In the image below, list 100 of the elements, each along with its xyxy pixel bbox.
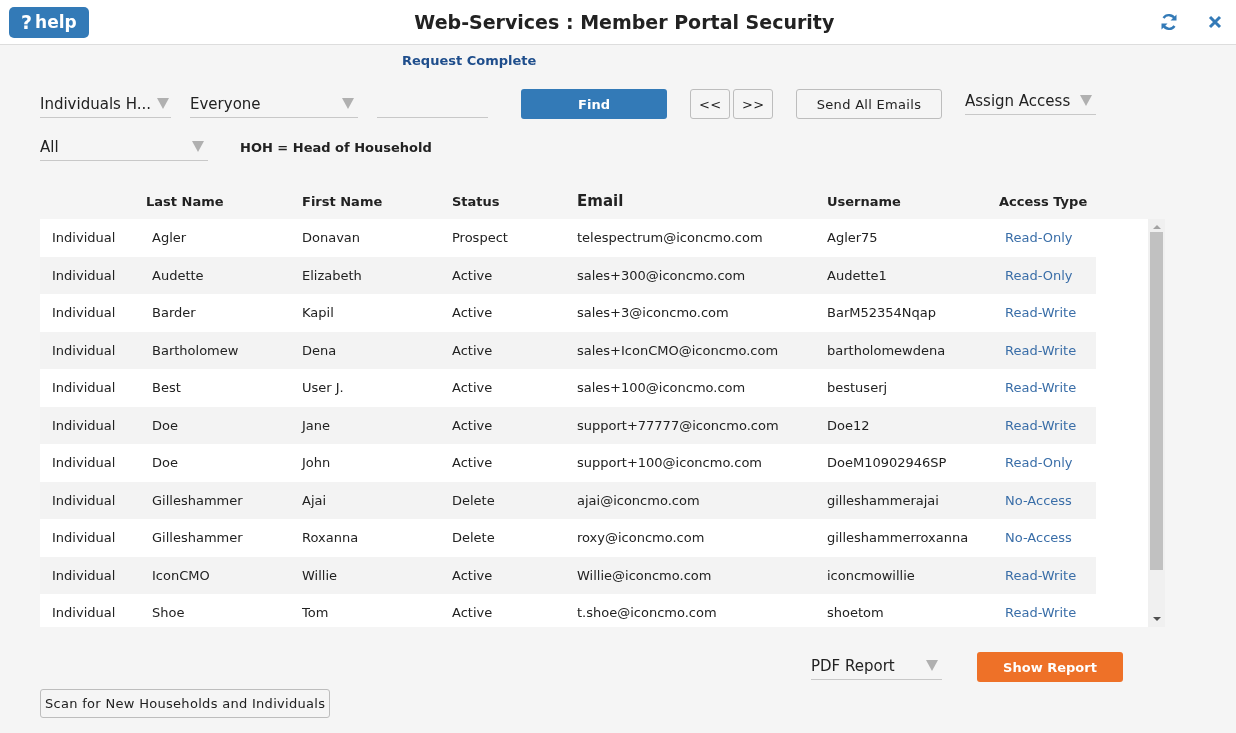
table-cell-text: John [302, 455, 332, 471]
table-cell-text: Roxanna [302, 530, 360, 546]
table-cell-text: Bartholomew [152, 342, 240, 358]
show-report-button[interactable]: Show Report [977, 652, 1123, 682]
table-cell-text: shoetom [827, 605, 885, 621]
status-message: Request Complete [402, 53, 538, 69]
access-type-link[interactable]: Read-Write [1005, 305, 1096, 321]
access-type-link[interactable]: No-Access [1005, 530, 1096, 546]
column-header: Email [577, 192, 625, 210]
access-type-link[interactable]: Read-Only [1005, 230, 1096, 246]
previous-button[interactable]: << [690, 89, 730, 119]
caret-icon [192, 141, 204, 152]
table-cell-text: Doe12 [827, 417, 871, 433]
table-cell-text: Prospect [452, 230, 509, 246]
table-cell-text: gilleshammerajai [827, 492, 940, 508]
table-cell-text: Shoe [152, 605, 186, 621]
access-type-link[interactable]: Read-Only [1005, 267, 1096, 283]
table-cell-text: Elizabeth [302, 267, 363, 283]
table-cell-text: Agler [152, 230, 188, 246]
table-cell-text: Active [452, 342, 494, 358]
access-type-link[interactable]: Read-Only [1005, 455, 1096, 471]
access-type-link[interactable]: Read-Write [1005, 605, 1096, 621]
access-type-link[interactable]: No-Access [1005, 492, 1096, 508]
caret-icon [1080, 95, 1092, 106]
close-icon[interactable] [1208, 15, 1222, 29]
next-button[interactable]: >> [733, 89, 773, 119]
assign-access-dropdown[interactable]: Assign Access [965, 87, 1096, 115]
table-cell-text: Doe [152, 417, 179, 433]
table-cell-text: User J. [302, 380, 345, 396]
table-cell-text: Audette1 [827, 267, 888, 283]
table-cell-text: ajai@iconcmo.com [577, 492, 701, 508]
access-type-link[interactable]: Read-Write [1005, 380, 1096, 396]
help-button[interactable]: ?help [9, 6, 89, 38]
table-cell-text: Audette [152, 267, 205, 283]
table-cell-text: Individual [52, 567, 117, 583]
table-cell-text: Individual [52, 455, 117, 471]
table-cell-text: Active [452, 455, 494, 471]
find-button[interactable]: Find [521, 89, 667, 119]
table-cell-text: support+77777@iconcmo.com [577, 417, 780, 433]
table-cell-text: Active [452, 305, 494, 321]
table-cell-text: gilleshammerroxanna [827, 530, 970, 546]
refresh-icon[interactable] [1160, 13, 1178, 31]
access-type-link[interactable]: Read-Write [1005, 567, 1096, 583]
scan-button[interactable]: Scan for New Households and Individuals [40, 689, 331, 718]
table-cell-text: Individual [52, 417, 117, 433]
table-cell-text: sales+100@iconcmo.com [577, 380, 747, 396]
table-cell-text: Gilleshammer [152, 530, 244, 546]
table-cell-text: Barder [152, 305, 197, 321]
table-cell-text: Active [452, 380, 494, 396]
table-cell-text: Individual [52, 605, 117, 621]
table-cell-text: Willie@iconcmo.com [577, 567, 713, 583]
scrollbar[interactable] [1148, 219, 1165, 627]
table-cell-text: Tom [302, 605, 330, 621]
legend-text: HOH = Head of Household [240, 139, 432, 155]
table-cell-text: Active [452, 417, 494, 433]
caret-icon [156, 98, 169, 109]
table-cell-text: Dena [302, 342, 338, 358]
report-format-dropdown[interactable]: PDF Report [811, 652, 942, 680]
table-cell-text: Willie [302, 567, 338, 583]
column-header: Status [452, 193, 501, 209]
table-cell-text: Active [452, 267, 494, 283]
table-cell-text: Individual [52, 305, 117, 321]
table-cell-text: Delete [452, 530, 496, 546]
table-cell-text: Individual [52, 492, 117, 508]
table-cell-text: Best [152, 380, 182, 396]
table-cell-text: Kapil [302, 305, 335, 321]
table-cell-text: bestuserj [827, 380, 889, 396]
table-cell-text: Ajai [302, 492, 328, 508]
table-cell-text: sales+300@iconcmo.com [577, 267, 747, 283]
table-cell-text: Individual [52, 380, 117, 396]
type-dropdown[interactable]: Individuals H... [40, 90, 171, 118]
send-emails-button[interactable]: Send All Emails [796, 89, 942, 119]
table-cell-text: sales+3@iconcmo.com [577, 305, 730, 321]
table-cell-text: t.shoe@iconcmo.com [577, 605, 718, 621]
table-cell-text: Agler75 [827, 230, 879, 246]
table-cell-text: Donavan [302, 230, 362, 246]
table-cell-text: Active [452, 605, 494, 621]
column-header: Access Type [999, 193, 1089, 209]
group-dropdown[interactable]: Everyone [190, 90, 358, 118]
table-cell-text: iconcmowillie [827, 567, 916, 583]
table-cell-text: Individual [52, 530, 117, 546]
caret-icon [926, 660, 938, 671]
table-cell-text: Active [452, 567, 494, 583]
table-cell-text: Individual [52, 342, 117, 358]
table-cell-text: Delete [452, 492, 496, 508]
table-cell-text: DoeM10902946SP [827, 455, 948, 471]
table-cell-text: bartholomewdena [827, 342, 947, 358]
table-cell-text: Individual [52, 267, 117, 283]
access-type-link[interactable]: Read-Write [1005, 342, 1096, 358]
access-type-link[interactable]: Read-Write [1005, 417, 1096, 433]
status-dropdown[interactable]: All [40, 133, 208, 161]
table-cell-text: Doe [152, 455, 179, 471]
table-cell-text: Jane [302, 417, 332, 433]
table-cell-text: roxy@iconcmo.com [577, 530, 706, 546]
table-cell-text: Gilleshammer [152, 492, 244, 508]
table-cell-text: BarM52354Nqap [827, 305, 937, 321]
question-mark-icon: ? [21, 11, 33, 33]
caret-icon [342, 98, 354, 109]
table-cell-text: telespectrum@iconcmo.com [577, 230, 764, 246]
window-title: Web-Services : Member Portal Security [413, 11, 836, 33]
